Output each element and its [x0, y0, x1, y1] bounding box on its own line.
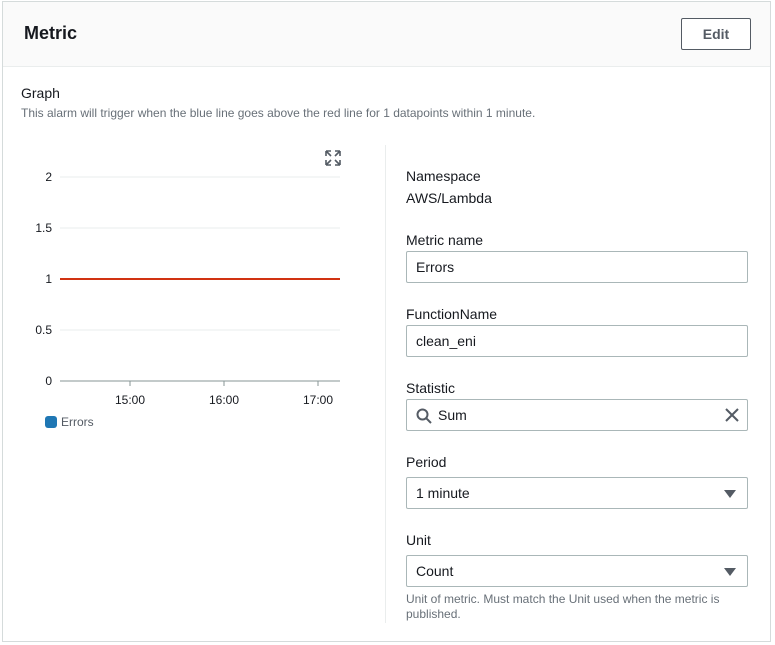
- statistic-value: Sum: [438, 407, 467, 423]
- unit-value: Count: [416, 563, 454, 579]
- period-label: Period: [406, 454, 447, 470]
- legend-swatch-errors: [45, 416, 57, 428]
- y-tick-label: 2: [45, 170, 52, 184]
- column-divider: [385, 145, 386, 623]
- period-select[interactable]: 1 minute: [406, 477, 748, 509]
- metric-name-field[interactable]: Errors: [406, 251, 748, 283]
- legend-label-errors: Errors: [61, 415, 94, 429]
- y-tick-label: 0: [45, 374, 52, 388]
- graph-description: This alarm will trigger when the blue li…: [21, 106, 536, 120]
- x-tick-label: 17:00: [303, 393, 333, 407]
- metric-chart: 2 1.5 1 0.5 0 15:00 16:00 17:00 Errors: [20, 145, 350, 445]
- caret-down-icon: [724, 568, 736, 576]
- edit-button[interactable]: Edit: [681, 18, 751, 50]
- unit-select[interactable]: Count: [406, 555, 748, 587]
- caret-down-icon: [724, 490, 736, 498]
- period-value: 1 minute: [416, 485, 470, 501]
- unit-hint: Unit of metric. Must match the Unit used…: [406, 592, 720, 621]
- panel-header: Metric Edit: [3, 2, 770, 67]
- x-tick-label: 16:00: [209, 393, 239, 407]
- y-tick-label: 1.5: [35, 221, 52, 235]
- metric-name-label: Metric name: [406, 232, 484, 248]
- close-icon[interactable]: [724, 407, 740, 423]
- statistic-field[interactable]: Sum: [406, 399, 748, 431]
- graph-title: Graph: [21, 85, 60, 101]
- y-tick-label: 0.5: [35, 323, 52, 337]
- namespace-label: Namespace: [406, 168, 481, 184]
- x-tick-label: 15:00: [115, 393, 145, 407]
- y-tick-label: 1: [45, 272, 52, 286]
- namespace-value: AWS/Lambda: [406, 190, 492, 206]
- unit-label: Unit: [406, 532, 431, 548]
- chart-plot-area: 2 1.5 1 0.5 0 15:00 16:00 17:00: [35, 170, 340, 407]
- function-name-field[interactable]: clean_eni: [406, 325, 748, 357]
- function-name-label: FunctionName: [406, 306, 498, 322]
- search-icon: [416, 408, 432, 424]
- panel-title: Metric: [24, 23, 78, 43]
- statistic-label: Statistic: [406, 380, 456, 396]
- expand-icon[interactable]: [325, 150, 341, 166]
